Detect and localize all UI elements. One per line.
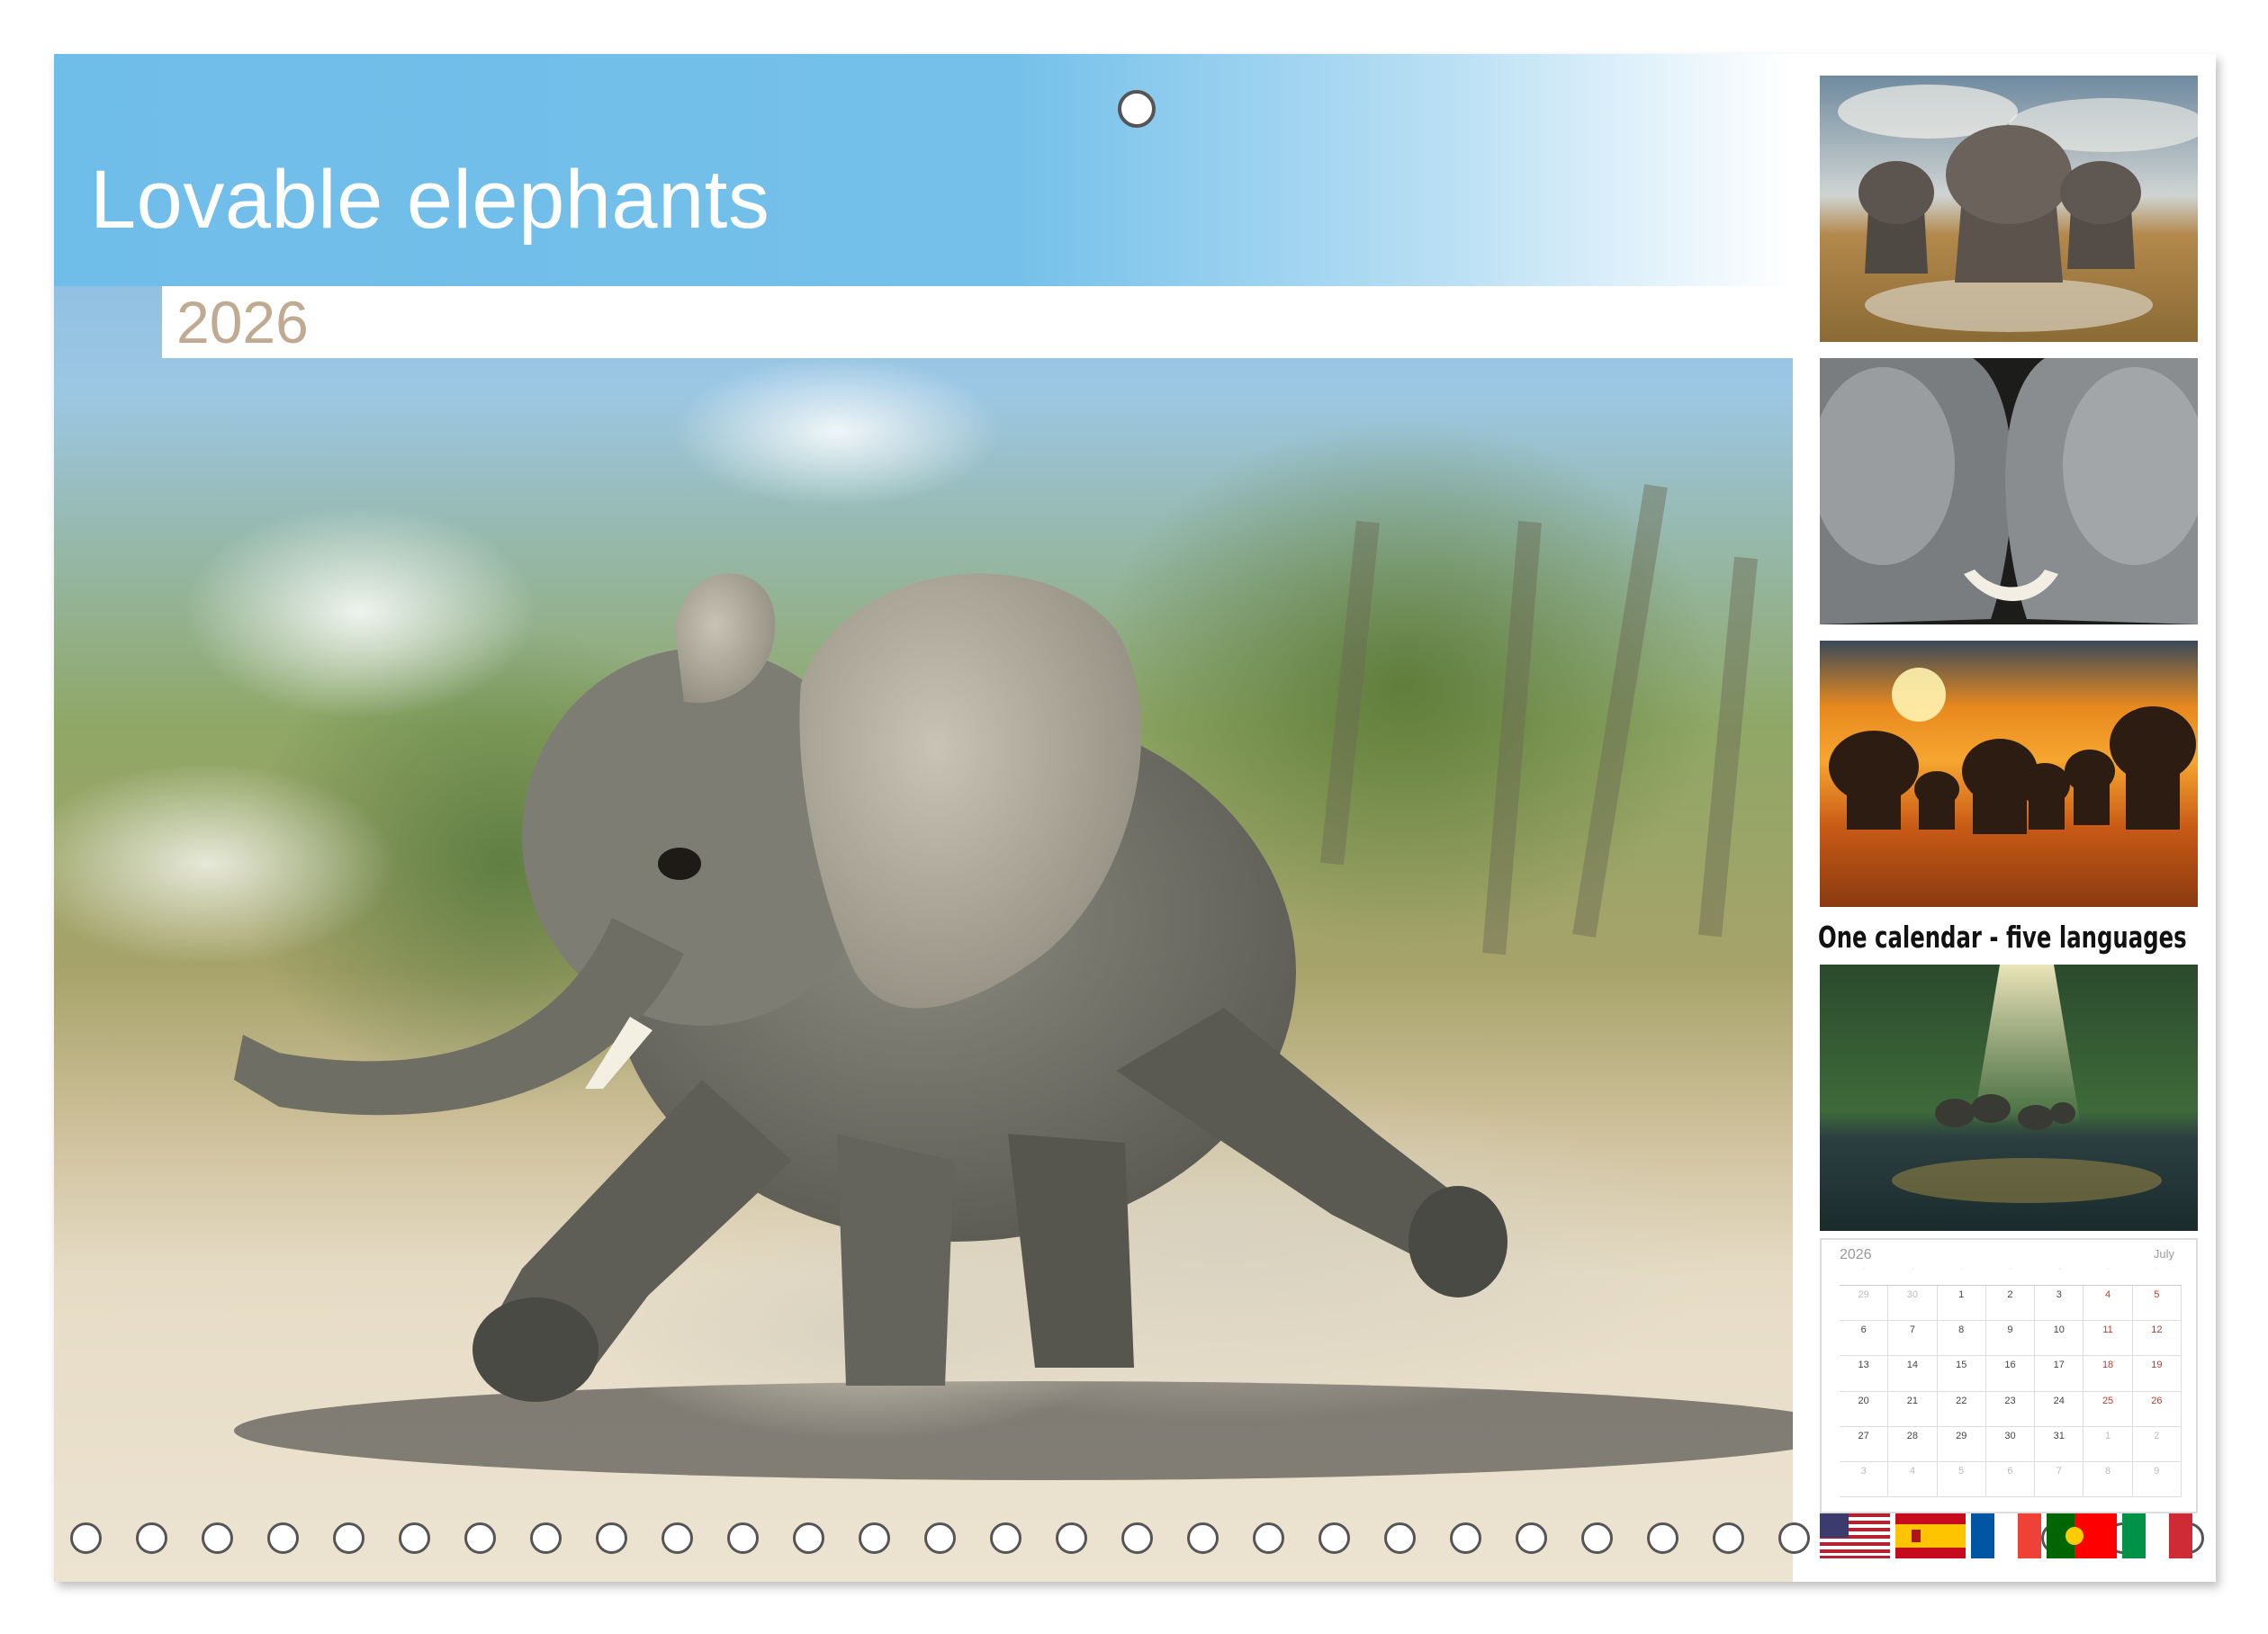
preview-month: July <box>2153 1247 2174 1261</box>
thumbnail-elephant-herd <box>1820 76 2198 342</box>
weekday-mark: · <box>2058 1267 2061 1272</box>
calendar-cover: Lovable elephants 2026 One calendar - fi… <box>54 54 2216 1582</box>
binding-hole <box>399 1522 430 1554</box>
binding-hole <box>924 1522 956 1554</box>
binding-hole <box>1713 1522 1744 1554</box>
binding-hole <box>1253 1522 1284 1554</box>
binding-hole <box>1121 1522 1153 1554</box>
binding-hole <box>267 1522 299 1554</box>
weekday-mark: · <box>1960 1267 1963 1272</box>
preview-day-grid: 29 30 1 2 3 4 5 6 7 8 9 10 11 12 13 14 15 16 17 18 19 20 21 22 2… <box>1840 1285 2182 1497</box>
calendar-day-cell: 24 <box>2035 1391 2084 1427</box>
calendar-day-cell: 12 <box>2132 1321 2182 1357</box>
binding-hole <box>1516 1522 1547 1554</box>
binding-hole <box>1647 1522 1678 1554</box>
calendar-day-cell: 15 <box>1937 1356 1986 1392</box>
weekday-mark: · <box>2156 1267 2158 1272</box>
binding-hole <box>1581 1522 1613 1554</box>
calendar-day-cell: 20 <box>1840 1391 1889 1427</box>
calendar-day-cell: 30 <box>1888 1286 1938 1322</box>
calendar-day-cell: 26 <box>2132 1391 2182 1427</box>
weekday-mark: · <box>1863 1267 1866 1272</box>
calendar-day-cell: 7 <box>1888 1321 1938 1357</box>
calendar-day-cell: 27 <box>1840 1426 1889 1462</box>
title-banner: Lovable elephants <box>54 54 1793 286</box>
calendar-title: Lovable elephants <box>90 154 770 246</box>
calendar-day-cell: 6 <box>1840 1321 1889 1357</box>
binding-hole <box>1318 1522 1350 1554</box>
thumbnail-two-elephants <box>1820 358 2198 624</box>
calendar-day-cell: 17 <box>2035 1356 2084 1392</box>
binding-hole <box>859 1522 890 1554</box>
binding-hole <box>596 1522 627 1554</box>
calendar-day-cell: 1 <box>2084 1426 2133 1462</box>
binding-hole <box>662 1522 693 1554</box>
preview-weekday-header: · · · · · · · <box>1840 1267 2182 1272</box>
calendar-day-cell: 21 <box>1888 1391 1938 1427</box>
calendar-day-cell: 22 <box>1937 1391 1986 1427</box>
language-flags <box>1820 1513 2198 1560</box>
calendar-day-cell: 7 <box>2035 1461 2084 1497</box>
calendar-day-cell: 3 <box>2035 1286 2084 1322</box>
weekday-mark: · <box>1912 1267 1914 1272</box>
binding-hole <box>136 1522 167 1554</box>
binding-hole <box>333 1522 364 1554</box>
calendar-day-cell: 5 <box>2132 1286 2182 1322</box>
calendar-day-cell: 2 <box>1985 1286 2036 1322</box>
calendar-day-cell: 9 <box>2132 1461 2182 1497</box>
usa-flag-icon <box>1820 1513 1890 1558</box>
binding-hole <box>202 1522 233 1554</box>
calendar-day-cell: 8 <box>1937 1321 1986 1357</box>
calendar-day-cell: 14 <box>1888 1356 1938 1392</box>
calendar-day-cell: 25 <box>2084 1391 2133 1427</box>
calendar-day-cell: 18 <box>2084 1356 2133 1392</box>
binding-hole <box>727 1522 759 1554</box>
calendar-preview: 2026 July · · · · · · · 29 30 1 2 3 4 5 6 7 8 9 10 11 12 13 1… <box>1820 1238 2198 1513</box>
calendar-day-cell: 8 <box>2084 1461 2133 1497</box>
calendar-year: 2026 <box>176 289 309 355</box>
calendar-day-cell: 29 <box>1840 1286 1889 1322</box>
binding-hole <box>70 1522 102 1554</box>
binding-hole <box>793 1522 824 1554</box>
calendar-day-cell: 30 <box>1985 1426 2036 1462</box>
calendar-day-cell: 10 <box>2035 1321 2084 1357</box>
calendar-day-cell: 6 <box>1985 1461 2036 1497</box>
hanging-hole <box>1118 90 1156 128</box>
calendar-day-cell: 9 <box>1985 1321 2036 1357</box>
calendar-day-cell: 3 <box>1840 1461 1889 1497</box>
calendar-day-cell: 4 <box>1888 1461 1938 1497</box>
calendar-day-cell: 28 <box>1888 1426 1938 1462</box>
calendar-day-cell: 31 <box>2035 1426 2084 1462</box>
binding-hole <box>1450 1522 1481 1554</box>
calendar-day-cell: 1 <box>1937 1286 1986 1322</box>
binding-hole <box>1187 1522 1219 1554</box>
italy-flag-icon <box>2122 1513 2192 1558</box>
calendar-day-cell: 2 <box>2132 1426 2182 1462</box>
binding-hole <box>990 1522 1022 1554</box>
binding-hole <box>1778 1522 1810 1554</box>
thumbnail-jungle-elephants <box>1820 965 2198 1231</box>
weekday-mark: · <box>2107 1267 2110 1272</box>
spain-flag-icon <box>1895 1513 1966 1558</box>
france-flag-icon <box>1971 1513 2041 1558</box>
binding-hole <box>530 1522 562 1554</box>
thumbnail-sunset-herd <box>1820 641 2198 907</box>
calendar-day-cell: 29 <box>1937 1426 1986 1462</box>
calendar-day-cell: 4 <box>2084 1286 2133 1322</box>
year-strip: 2026 <box>162 286 1793 358</box>
portugal-flag-icon <box>2047 1513 2117 1558</box>
binding-hole <box>464 1522 496 1554</box>
calendar-day-cell: 11 <box>2084 1321 2133 1357</box>
languages-tagline: One calendar - five languages <box>1818 920 2187 955</box>
calendar-day-cell: 5 <box>1937 1461 1986 1497</box>
weekday-mark: · <box>2009 1267 2012 1272</box>
binding-hole <box>1384 1522 1416 1554</box>
calendar-day-cell: 13 <box>1840 1356 1889 1392</box>
preview-year: 2026 <box>1840 1247 1872 1262</box>
binding-hole <box>1056 1522 1087 1554</box>
calendar-day-cell: 23 <box>1985 1391 2036 1427</box>
calendar-day-cell: 19 <box>2132 1356 2182 1392</box>
calendar-day-cell: 16 <box>1985 1356 2036 1392</box>
